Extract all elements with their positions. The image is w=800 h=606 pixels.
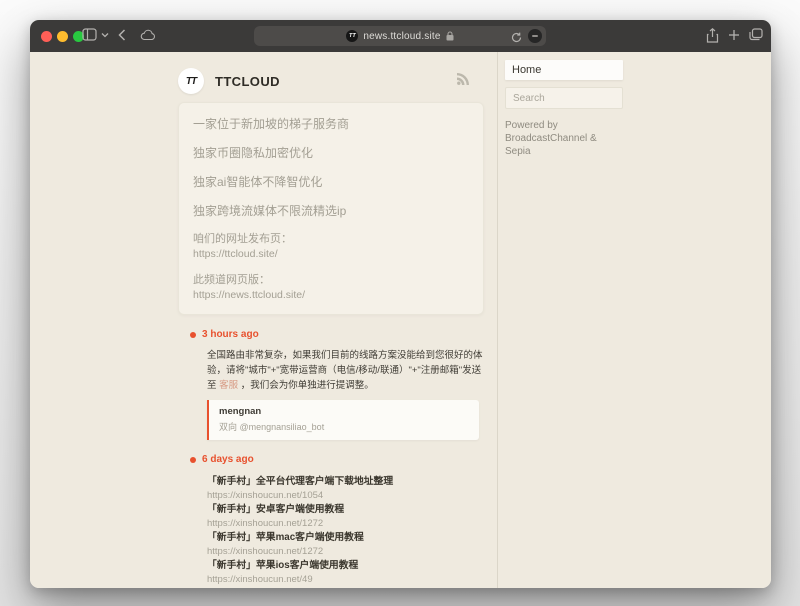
post-timestamp[interactable]: 3 hours ago [190,329,484,340]
sidebar-toggle-icon[interactable] [82,28,97,41]
guide-link[interactable]: https://xinshoucun.net/1054 [207,489,484,502]
post: 6 days ago 「新手村」全平台代理客户端下载地址整理 https://x… [178,454,484,586]
channel-url-link[interactable]: https://news.ttcloud.site/ [193,288,469,302]
channel-header: TT TTCLOUD [178,66,484,96]
channel-avatar: TT [178,68,204,94]
post-timestamp[interactable]: 6 days ago [190,454,484,465]
url-text: news.ttcloud.site [363,31,440,42]
quoted-message[interactable]: mengnan 双向 @mengnansiliao_bot [207,400,479,440]
guide-title: 「新手村」苹果mac客户端使用教程 [207,531,484,545]
post-time-label: 3 hours ago [202,329,259,340]
post-time-label: 6 days ago [202,454,254,465]
main-column: TT TTCLOUD 一家位于新加坡的梯子服务商 独家币圈隐私加密优化 独家ai… [178,52,484,587]
close-window-button[interactable] [41,31,52,42]
site-url-label: 咱们的网址发布页： [193,232,469,247]
page-content: TT TTCLOUD 一家位于新加坡的梯子服务商 独家币圈隐私加密优化 独家ai… [30,52,771,588]
rss-icon[interactable] [456,72,470,91]
about-line: 独家ai智能体不降智优化 [193,174,469,190]
search-input[interactable] [505,87,623,109]
guide-list: 「新手村」全平台代理客户端下载地址整理 https://xinshoucun.n… [178,475,484,586]
post-text: 全国路由非常复杂，如果我们目前的线路方案没能给到您很好的体验，请将"城市"+"宽… [207,348,484,393]
channel-title: TTCLOUD [215,74,280,89]
site-url-link[interactable]: https://ttcloud.site/ [193,247,469,261]
timeline-bullet-icon [190,457,196,463]
powered-by-name: BroadcastChannel & Sepia [505,132,625,158]
post-text-segment: ，我们会为你单独进行提调整。 [238,380,374,391]
powered-by-label: Powered by [505,119,625,132]
guide-link[interactable]: https://xinshoucun.net/1272 [207,545,484,558]
tab-overview-icon[interactable] [749,28,763,41]
channel-url-label: 此频道网页版： [193,273,469,288]
browser-titlebar: TT news.ttcloud.site [30,20,771,52]
browser-window: TT news.ttcloud.site [30,20,771,588]
sidebar: Home Powered by BroadcastChannel & Sepia [505,52,625,158]
about-line: 独家币圈隐私加密优化 [193,145,469,161]
guide-title: 「新手村」苹果ios客户端使用教程 [207,559,484,573]
share-icon[interactable] [706,28,719,43]
customer-service-link[interactable]: 客服 [219,380,238,391]
guide-link[interactable]: https://xinshoucun.net/49 [207,573,484,586]
about-line: 一家位于新加坡的梯子服务商 [193,116,469,132]
new-tab-icon[interactable] [728,29,740,41]
quote-text: 双向 @mengnansiliao_bot [219,420,469,433]
column-divider [497,52,498,588]
channel-description-card: 一家位于新加坡的梯子服务商 独家币圈隐私加密优化 独家ai智能体不降智优化 独家… [178,102,484,315]
sidebar-item-home[interactable]: Home [505,60,623,80]
guide-title: 「新手村」安卓客户端使用教程 [207,503,484,517]
site-favicon: TT [346,30,358,42]
page-menu-icon[interactable] [528,29,542,43]
chevron-down-icon[interactable] [101,32,109,38]
guide-link[interactable]: https://xinshoucun.net/1272 [207,517,484,530]
reload-icon[interactable] [511,30,522,48]
lock-icon [446,31,454,41]
quote-author: mengnan [219,406,469,417]
minimize-window-button[interactable] [57,31,68,42]
icloud-tabs-icon[interactable] [140,29,156,41]
about-line: 独家跨境流媒体不限流精选ip [193,203,469,219]
post: 3 hours ago 全国路由非常复杂，如果我们目前的线路方案没能给到您很好的… [178,329,484,440]
address-bar[interactable]: TT news.ttcloud.site [254,26,546,46]
powered-by: Powered by BroadcastChannel & Sepia [505,119,625,158]
guide-title: 「新手村」全平台代理客户端下载地址整理 [207,475,484,489]
timeline-bullet-icon [190,332,196,338]
back-button-icon[interactable] [118,29,126,41]
